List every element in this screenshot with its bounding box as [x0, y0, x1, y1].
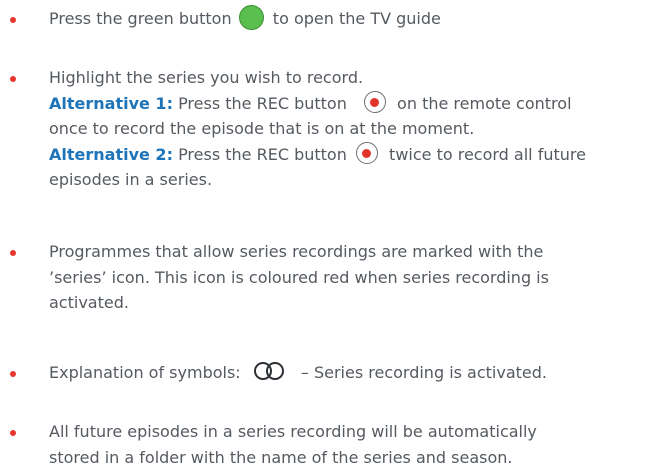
item4-text-a: Explanation of symbols: [49, 363, 241, 382]
bullet [10, 17, 16, 23]
list-item-text: Highlight the series you wish to record.… [49, 65, 672, 193]
item5-line2: stored in a folder with the name of the … [49, 447, 513, 467]
alt2-line2: episodes in a series. [49, 170, 213, 189]
green-button-icon [238, 5, 264, 30]
list-item-text: Explanation of symbols: – Series recordi… [49, 360, 672, 386]
alternative-2-label: Alternative 2: [49, 144, 173, 164]
bullet [10, 371, 16, 377]
bullet [10, 250, 16, 256]
item1-text-a: Press the green button [49, 9, 232, 28]
list-item-text: Programmes that allow series recordings … [49, 239, 672, 316]
item3-line2: ’series’ icon. This icon is coloured red… [49, 267, 549, 287]
alt2-text-b: twice to record all future [389, 144, 586, 164]
item2-line1: Highlight the series you wish to record. [49, 68, 364, 87]
alt1-text-b: on the remote control [397, 93, 572, 113]
alt1-line2: once to record the episode that is on at… [49, 119, 475, 138]
alt2-text-a: Press the REC button [178, 144, 347, 164]
list-item-text: Press the green button to open the TV gu… [49, 5, 672, 32]
item5-line1: All future episodes in a series recordin… [49, 422, 537, 441]
rec-button-icon [355, 142, 378, 164]
item3-line1: Programmes that allow series recordings … [49, 242, 544, 261]
item4-text-b: – Series recording is activated. [300, 363, 548, 382]
bullet [10, 430, 16, 436]
instruction-list: Press the green button to open the TV gu… [0, 0, 672, 471]
item1-text-b: to open the TV guide [272, 9, 441, 28]
alt1-text-a: Press the REC button [178, 93, 347, 113]
bullet [10, 76, 16, 82]
list-item-text: All future episodes in a series recordin… [49, 419, 672, 470]
rec-button-icon [363, 91, 386, 113]
alternative-1-label: Alternative 1: [49, 93, 173, 113]
item3-line3: activated. [49, 293, 129, 312]
series-recording-icon [253, 361, 286, 382]
